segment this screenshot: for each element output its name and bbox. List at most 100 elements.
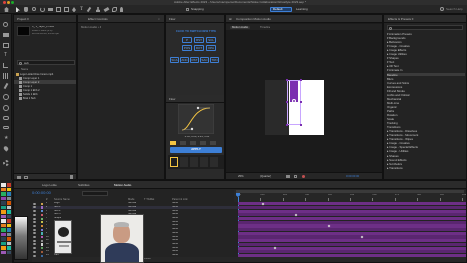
flow-curve-editor[interactable]	[178, 104, 214, 134]
color-swatch[interactable]	[6, 201, 11, 205]
visibility-eye-icon[interactable]	[33, 239, 36, 242]
camera-icon[interactable]	[48, 8, 53, 11]
color-swatch[interactable]	[6, 228, 11, 232]
composition-grid-icon[interactable]	[294, 175, 297, 178]
effects-presets-tab[interactable]: Effects & Presets ≡	[388, 17, 414, 21]
color-swatch[interactable]	[6, 214, 11, 219]
color-swatch[interactable]	[1, 237, 6, 241]
color-swatch[interactable]	[1, 232, 6, 237]
flow-preset[interactable]	[200, 157, 208, 167]
color-swatch[interactable]	[6, 246, 11, 250]
color-swatch[interactable]	[6, 210, 11, 214]
timeline-tab-1[interactable]: Logo Lottie	[42, 183, 57, 187]
visibility-eye-icon[interactable]	[33, 221, 36, 224]
home-icon[interactable]	[4, 7, 9, 12]
layer-color-label[interactable]	[41, 236, 44, 239]
color-swatch[interactable]	[1, 183, 6, 187]
visibility-eye-icon[interactable]	[33, 243, 36, 246]
stamp-icon[interactable]	[96, 7, 100, 12]
color-swatch[interactable]	[1, 192, 6, 196]
composition-tab[interactable]: Composition Motion Audio	[236, 17, 271, 21]
visibility-eye-icon[interactable]	[33, 213, 36, 216]
flow-preset[interactable]	[210, 157, 218, 167]
visibility-eye-icon[interactable]	[33, 224, 36, 227]
comp-handle-4[interactable]	[300, 124, 302, 126]
timeline-ruler[interactable]: 0s01s02s03s04s05s06s07s08s09s10s	[234, 190, 466, 202]
composition-resolution[interactable]: (Quarter)	[260, 175, 271, 178]
timeline-search-field[interactable]	[82, 191, 108, 196]
trash-icon[interactable]	[70, 175, 73, 179]
color-swatch[interactable]	[6, 192, 11, 196]
color-swatch[interactable]	[6, 183, 11, 187]
layer-color-label[interactable]	[41, 221, 44, 224]
strip-folder-icon[interactable]	[3, 33, 9, 37]
color-swatch[interactable]	[1, 219, 6, 223]
panel-close-icon[interactable]: ×	[158, 17, 160, 21]
roto-icon[interactable]	[112, 7, 117, 12]
flow-pill-2[interactable]: SCL	[206, 37, 216, 43]
color-swatch[interactable]	[6, 187, 11, 192]
hand-icon[interactable]	[24, 7, 28, 12]
strip-brush-icon[interactable]	[3, 82, 9, 90]
strip-star-icon[interactable]: ★	[4, 135, 8, 141]
flow-apply-button[interactable]: APPLY	[170, 147, 222, 153]
eraser-icon[interactable]	[103, 6, 110, 13]
workspace-learning-label[interactable]: Learning	[296, 8, 308, 11]
composition-lock-icon[interactable]: ⊞	[229, 17, 232, 21]
pen-icon[interactable]	[72, 7, 76, 12]
project-search-field[interactable]: sub	[17, 60, 75, 65]
strip-link-icon[interactable]	[3, 126, 9, 129]
color-swatch[interactable]	[1, 210, 6, 214]
flow-curve-values[interactable]: 0.56, 0.06, 0.24, 1.00	[174, 136, 220, 139]
layer-color-label[interactable]	[41, 210, 44, 213]
color-swatch[interactable]	[6, 219, 11, 223]
selection-icon[interactable]	[16, 7, 20, 12]
flow-ease-icon-3[interactable]	[190, 141, 196, 145]
layer-color-label[interactable]	[41, 213, 44, 217]
color-picker-preview[interactable]	[14, 216, 28, 260]
strip-shape-icon[interactable]	[3, 94, 9, 100]
project-tab[interactable]: Project ≡	[17, 17, 29, 21]
work-area-bar[interactable]	[236, 190, 464, 193]
color-swatch[interactable]	[6, 250, 11, 255]
strip-crop-icon[interactable]	[3, 63, 8, 68]
composition-subtab[interactable]: Motion Audio	[230, 25, 251, 29]
comp-anchor-point[interactable]	[292, 99, 296, 103]
color-swatch[interactable]	[6, 241, 11, 246]
strip-text-icon[interactable]: T	[4, 52, 7, 58]
layer-color-label[interactable]	[41, 247, 44, 250]
effects-search-field[interactable]	[387, 25, 463, 30]
color-swatch[interactable]	[1, 214, 6, 219]
strip-layers-icon[interactable]	[3, 43, 9, 48]
new-comp-icon[interactable]	[24, 175, 28, 179]
layer-color-label[interactable]	[41, 232, 44, 235]
timeline-tab-3[interactable]: Motion Audio	[114, 183, 131, 187]
color-swatch[interactable]	[1, 241, 6, 246]
comp-handle-5[interactable]	[286, 101, 288, 103]
flow-pill2-1[interactable]: ROT	[194, 45, 204, 51]
flow-ease-icon-4[interactable]	[200, 141, 206, 145]
layer-color-label[interactable]	[41, 228, 44, 231]
strip-loop-icon[interactable]	[3, 116, 9, 120]
brush-icon[interactable]	[86, 6, 92, 13]
minimize-dot-icon[interactable]	[7, 1, 10, 4]
layer-color-label[interactable]	[41, 250, 44, 254]
strip-search-icon[interactable]	[3, 22, 8, 27]
composition-color-icon[interactable]	[302, 175, 305, 178]
effect-controls-tab[interactable]: Effect Controls	[88, 17, 108, 21]
visibility-eye-icon[interactable]	[33, 250, 36, 253]
flow-pill3-1[interactable]: ANC	[180, 57, 189, 63]
flow-pill3-3[interactable]: SAC	[200, 57, 209, 63]
flow-preset[interactable]	[190, 157, 198, 167]
search-help-icon[interactable]	[440, 7, 444, 11]
flow-pill2-0[interactable]: POS	[182, 45, 192, 51]
strip-pin-icon[interactable]	[2, 145, 10, 152]
layer-color-label[interactable]	[41, 224, 44, 228]
color-swatch[interactable]	[6, 232, 11, 237]
color-swatch[interactable]	[1, 187, 6, 192]
layer-color-label[interactable]	[41, 239, 44, 242]
comp-handle-6[interactable]	[300, 101, 302, 103]
composition-subtab-2[interactable]: Timeline	[260, 26, 270, 29]
flow-sub-tab[interactable]: Flow	[169, 97, 175, 101]
flow-pill2-2[interactable]: OPA	[206, 45, 216, 51]
